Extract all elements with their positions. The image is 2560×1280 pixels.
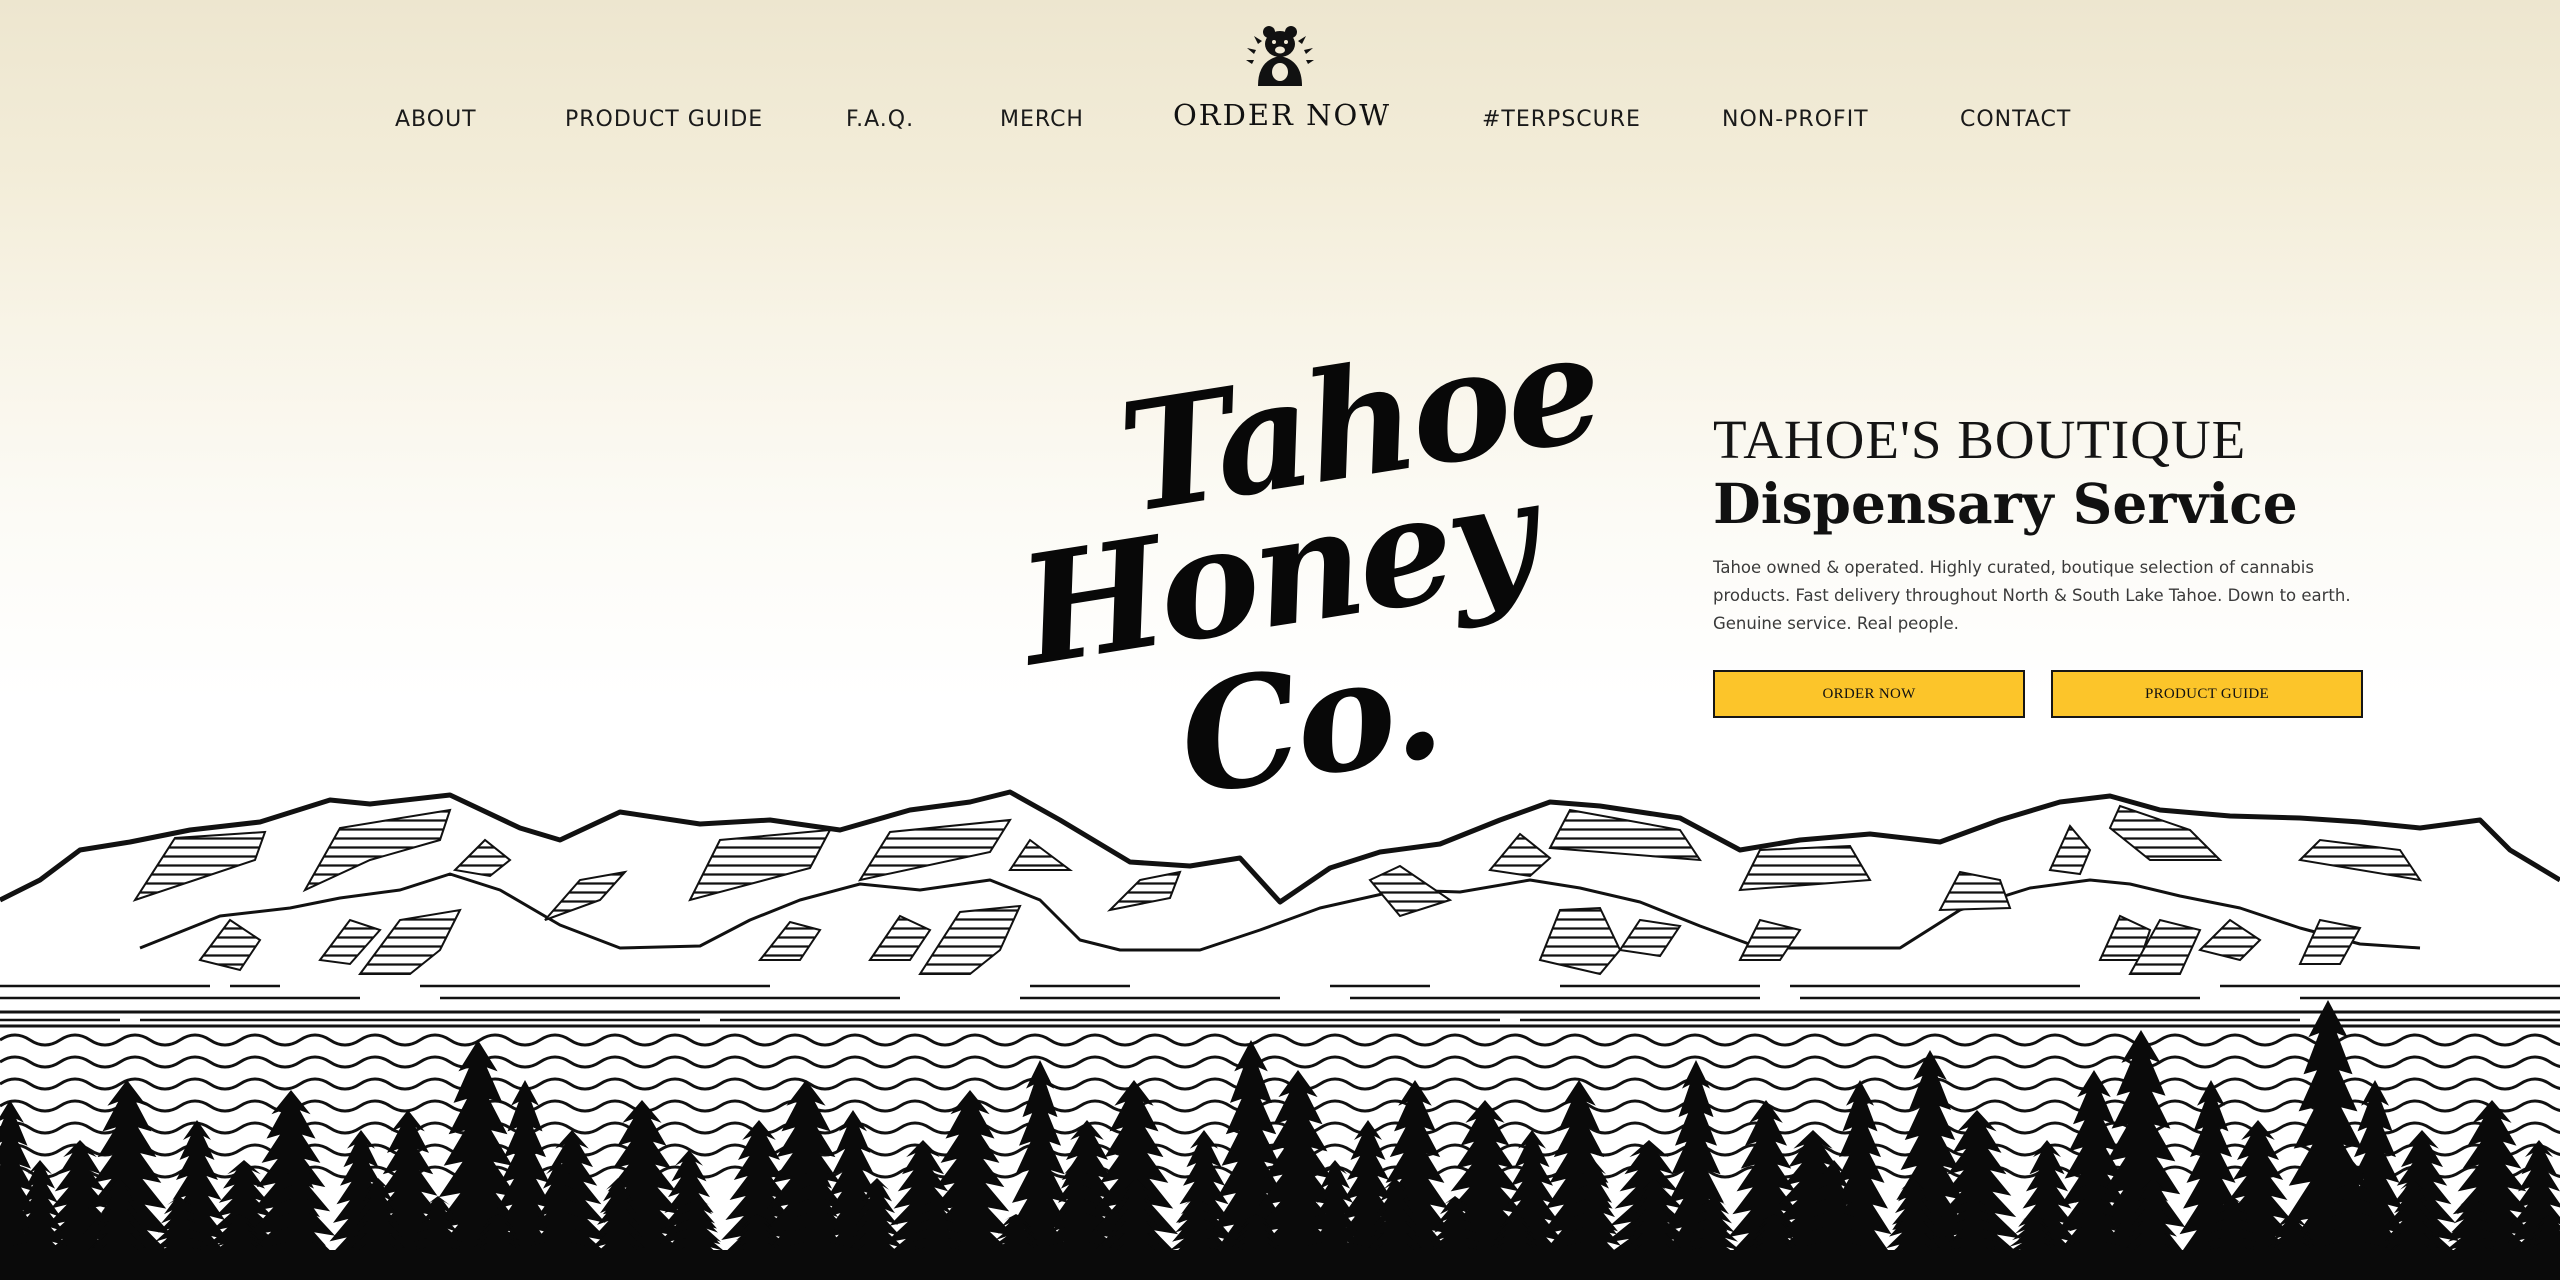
nav-faq[interactable]: F.A.Q. [846, 106, 914, 134]
brand-logo: Tahoe Honey Co. [1009, 299, 1609, 830]
nav-merch[interactable]: MERCH [1000, 106, 1084, 134]
nav-terpscure[interactable]: #TERPSCURE [1482, 106, 1641, 134]
nav-non-profit[interactable]: NON-PROFIT [1722, 106, 1869, 134]
bear-emblem-icon[interactable] [1244, 20, 1316, 86]
hero-title: Dispensary Service [1713, 471, 2298, 536]
hero-text-block: TAHOE'S BOUTIQUE Dispensary Service Taho… [1713, 408, 2373, 638]
mountains-lake-forest-illustration [0, 789, 2560, 1280]
hero-subtitle: TAHOE'S BOUTIQUE [1713, 409, 2247, 470]
nav-about[interactable]: ABOUT [395, 106, 477, 134]
hero-description: Tahoe owned & operated. Highly curated, … [1713, 558, 2351, 633]
nav-contact[interactable]: CONTACT [1960, 106, 2071, 134]
nav-product-guide[interactable]: PRODUCT GUIDE [565, 106, 763, 134]
order-now-button[interactable]: ORDER NOW [1713, 670, 2025, 718]
nav-order-now[interactable]: ORDER NOW [1173, 101, 1391, 130]
product-guide-button[interactable]: PRODUCT GUIDE [2051, 670, 2363, 718]
